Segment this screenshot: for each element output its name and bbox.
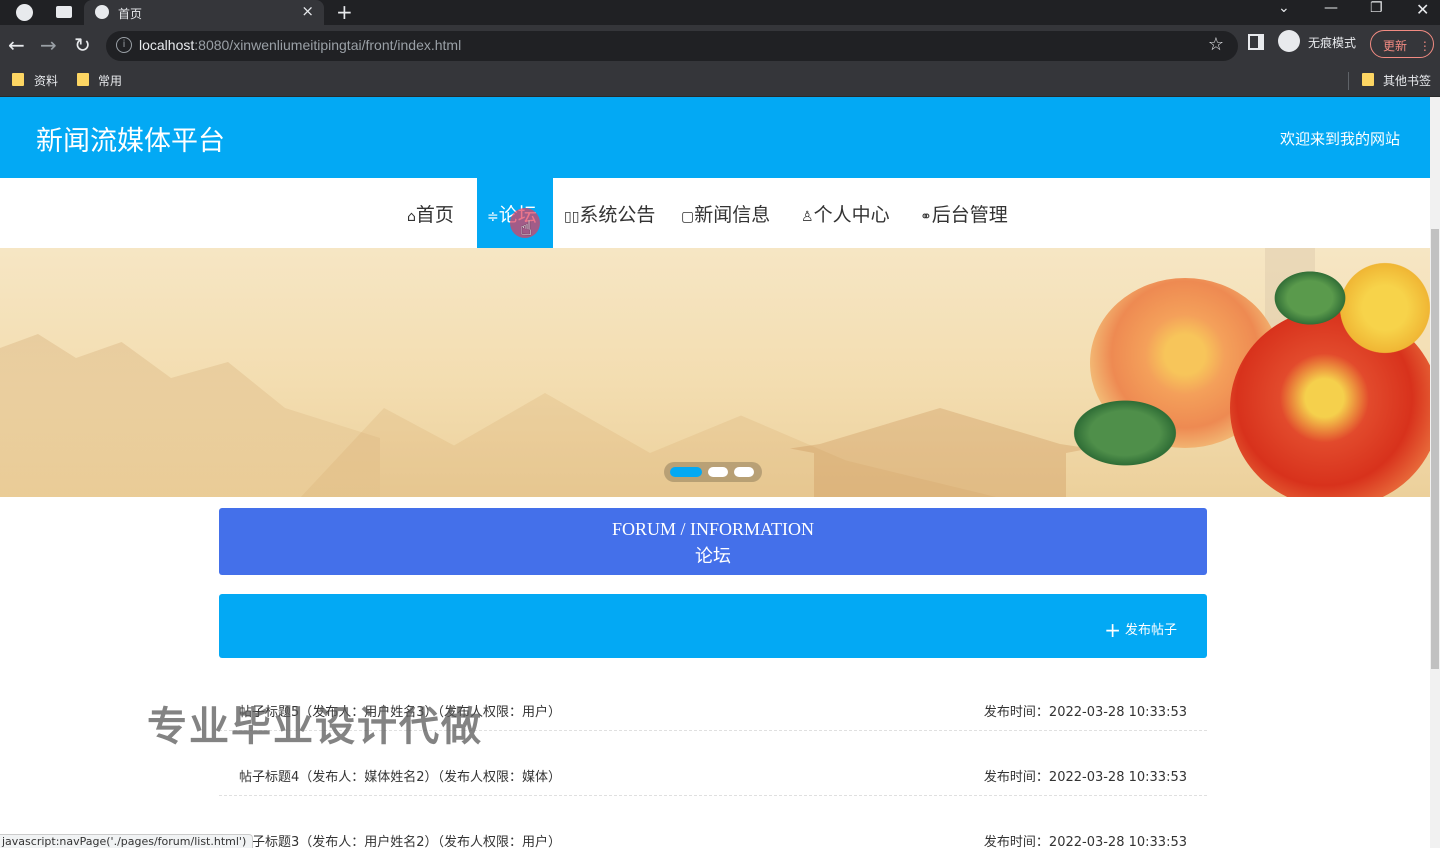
- window-icon[interactable]: [56, 6, 72, 18]
- carousel-dot-1[interactable]: [670, 467, 702, 477]
- back-button[interactable]: ←: [8, 33, 25, 57]
- great-wall-illustration: [0, 334, 380, 497]
- address-bar[interactable]: i localhost:8080/xinwenliumeitipingtai/f…: [106, 31, 1238, 61]
- carousel-indicators: [664, 462, 762, 482]
- incognito-icon[interactable]: [1278, 30, 1300, 52]
- post-title[interactable]: 帖子标题4（发布人：媒体姓名2）（发布人权限：媒体）: [239, 766, 561, 785]
- folder-icon: [12, 73, 24, 86]
- folder-icon: [77, 73, 89, 86]
- post-title[interactable]: 帖子标题3（发布人：用户姓名2）（发布人权限：用户）: [239, 831, 561, 848]
- user-icon: ♙: [801, 209, 814, 225]
- hero-carousel[interactable]: [0, 248, 1430, 497]
- watermark-text: 专业毕业设计代做: [147, 704, 483, 750]
- forward-button[interactable]: →: [40, 33, 57, 57]
- tab-title: 首页: [118, 7, 143, 21]
- forum-section-title: FORUM / INFORMATION 论坛: [219, 508, 1207, 575]
- nav-news[interactable]: ▢新闻信息: [681, 178, 770, 248]
- new-tab-button[interactable]: +: [336, 0, 353, 24]
- news-icon: ▢: [681, 209, 695, 225]
- carousel-dot-3[interactable]: [734, 467, 754, 477]
- hand-cursor-icon: ☝: [520, 216, 533, 240]
- status-bar-url: javascript:navPage('./pages/forum/list.h…: [0, 834, 254, 848]
- reload-button[interactable]: ↻: [74, 33, 91, 57]
- section-title-en: FORUM / INFORMATION: [611, 519, 815, 539]
- browser-toolbar: ← → ↻ i localhost:8080/xinwenliumeitipin…: [0, 25, 1440, 67]
- forum-icon: ≑: [487, 209, 499, 225]
- plus-icon: +: [1104, 618, 1121, 642]
- nav-announcements[interactable]: ▯▯系统公告: [564, 178, 655, 248]
- site-header: 新闻流媒体平台 欢迎来到我的网站: [0, 97, 1430, 178]
- globe-icon: [95, 5, 109, 19]
- section-title-cn: 论坛: [695, 546, 731, 567]
- other-bookmarks[interactable]: 其他书签: [1383, 72, 1431, 89]
- new-post-button[interactable]: + 发布帖子: [1104, 618, 1177, 642]
- scrollbar-thumb[interactable]: [1431, 229, 1439, 669]
- bookmarks-divider: [1348, 72, 1349, 90]
- nav-user-center[interactable]: ♙个人中心: [801, 178, 890, 248]
- site-info-icon[interactable]: i: [116, 37, 132, 53]
- link-icon: ⚭: [920, 209, 932, 225]
- restore-button[interactable]: ❐: [1370, 0, 1383, 16]
- close-window-button[interactable]: ✕: [1416, 0, 1429, 19]
- bookmark-folder-ziliao[interactable]: 资料: [34, 72, 58, 89]
- nav-admin[interactable]: ⚭后台管理: [920, 178, 1008, 248]
- post-date: 发布时间：2022-03-28 10:33:53: [983, 770, 1187, 785]
- carousel-dot-2[interactable]: [708, 467, 728, 477]
- palace-illustration: [790, 408, 1090, 497]
- home-icon: ⌂: [407, 209, 416, 225]
- nav-home[interactable]: ⌂首页: [407, 178, 454, 248]
- bookmark-star-icon[interactable]: ☆: [1208, 34, 1224, 55]
- post-date: 发布时间：2022-03-28 10:33:53: [983, 835, 1187, 848]
- globe-icon[interactable]: [16, 4, 33, 21]
- welcome-text: 欢迎来到我的网站: [1279, 130, 1400, 148]
- url-text: localhost:8080/xinwenliumeitipingtai/fro…: [139, 37, 462, 53]
- incognito-label: 无痕模式: [1308, 36, 1357, 50]
- post-date: 发布时间：2022-03-28 10:33:53: [983, 705, 1187, 720]
- web-page: 新闻流媒体平台 欢迎来到我的网站 ⌂首页 ≑论坛 ▯▯系统公告 ▢新闻信息 ♙个…: [0, 97, 1430, 848]
- folder-icon: [1362, 73, 1374, 86]
- forum-post-row[interactable]: 帖子标题3（发布人：用户姓名2）（发布人权限：用户） 发布时间：2022-03-…: [219, 821, 1207, 848]
- browser-tab-strip: 首页 × + ⌄ — ❐ ✕: [0, 0, 1440, 25]
- side-panel-icon[interactable]: [1248, 34, 1264, 50]
- main-nav: ⌂首页 ≑论坛 ▯▯系统公告 ▢新闻信息 ♙个人中心 ⚭后台管理 ☝: [0, 178, 1430, 248]
- tab-search-icon[interactable]: ⌄: [1278, 0, 1290, 16]
- minimize-button[interactable]: —: [1324, 0, 1338, 16]
- forum-post-row[interactable]: 帖子标题4（发布人：媒体姓名2）（发布人权限：媒体） 发布时间：2022-03-…: [219, 756, 1207, 796]
- forum-action-bar: + 发布帖子: [219, 594, 1207, 658]
- update-button[interactable]: 更新 ⋮: [1370, 30, 1434, 58]
- close-tab-icon[interactable]: ×: [301, 2, 314, 20]
- announcement-icon: ▯▯: [564, 209, 580, 225]
- page-scrollbar[interactable]: [1430, 97, 1440, 848]
- bookmark-folder-changyong[interactable]: 常用: [98, 72, 122, 89]
- site-brand[interactable]: 新闻流媒体平台: [36, 119, 225, 158]
- browser-tab-active[interactable]: 首页 ×: [84, 0, 324, 25]
- bookmarks-bar: 资料 常用 其他书签: [0, 67, 1440, 97]
